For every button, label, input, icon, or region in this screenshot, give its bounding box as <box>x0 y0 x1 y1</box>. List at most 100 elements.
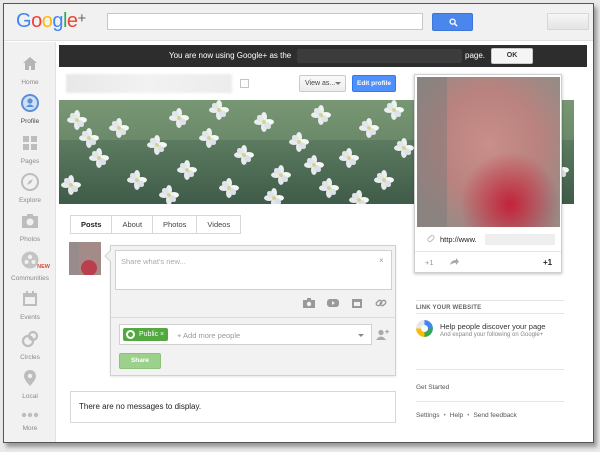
page-name-blurred <box>66 74 232 93</box>
nav-label-explore: Explore <box>18 197 42 204</box>
chevron-down-icon[interactable] <box>358 334 364 337</box>
left-nav: Home Profile Pages Explore Photos NEW Co… <box>4 42 56 442</box>
nav-label-communities: Communities <box>11 275 49 282</box>
chip-remove-icon[interactable]: × <box>160 331 164 338</box>
google-plus-logo[interactable]: Google+ <box>16 10 86 33</box>
link-icon <box>426 233 436 244</box>
local-icon <box>24 370 36 386</box>
help-discover-icon <box>416 320 433 337</box>
new-badge: NEW <box>37 264 50 270</box>
redacted-page-name <box>297 49 462 63</box>
website-url: http://www. <box>440 235 477 244</box>
photos-icon <box>22 214 38 228</box>
edit-profile-button[interactable]: Edit profile <box>352 75 396 92</box>
share-box-pointer <box>104 250 116 262</box>
share-input[interactable]: Share what's new... <box>115 250 392 290</box>
sidebar-divider <box>416 313 564 314</box>
add-video-icon[interactable] <box>327 298 339 308</box>
add-link-icon[interactable] <box>375 298 387 308</box>
website-link[interactable]: http://www. <box>419 231 559 248</box>
nav-item-circles[interactable]: Circles <box>4 329 56 361</box>
close-icon[interactable]: × <box>379 256 384 265</box>
more-icon <box>21 412 39 418</box>
sidebar-divider <box>416 300 564 301</box>
add-photo-icon[interactable] <box>303 298 315 308</box>
nav-label-events: Events <box>20 314 40 321</box>
search-input[interactable] <box>107 13 423 30</box>
avatar-image-blurred <box>69 242 101 275</box>
nav-label-pages: Pages <box>20 158 40 165</box>
view-as-dropdown[interactable]: View as... <box>299 75 346 92</box>
page-identity-notification: You are now using Google+ as the page. O… <box>59 45 587 67</box>
tab-videos[interactable]: Videos <box>197 216 240 233</box>
footer-separator: • <box>443 412 446 419</box>
nav-label-local: Local <box>22 393 38 400</box>
circles-icon <box>21 330 39 348</box>
chevron-down-icon <box>335 82 341 85</box>
sidebar-divider <box>416 401 564 402</box>
plus-one-button[interactable]: +1 <box>425 258 434 267</box>
nav-label-profile: Profile <box>20 118 40 125</box>
settings-link[interactable]: Settings <box>416 412 440 419</box>
get-started-link[interactable]: Get Started <box>416 384 449 391</box>
account-button[interactable] <box>547 13 589 30</box>
help-discover-title[interactable]: Help people discover your page <box>440 322 545 331</box>
footer-separator: • <box>467 412 470 419</box>
nav-label-photos: Photos <box>19 236 41 243</box>
browser-window: Google+ Home Profile Pages Explore Photo… <box>3 3 594 443</box>
profile-icon <box>21 94 39 112</box>
share-box: Share what's new... × Public × + Add mor… <box>104 245 396 376</box>
search-button[interactable] <box>432 13 473 31</box>
ok-button[interactable]: OK <box>491 48 533 64</box>
share-arrow-icon[interactable] <box>449 258 460 266</box>
audience-picker[interactable]: Public × + Add more people <box>119 324 372 345</box>
nav-item-events[interactable]: Events <box>4 289 56 321</box>
empty-stream-message: There are no messages to display. <box>70 391 396 423</box>
add-person-icon[interactable] <box>376 329 389 341</box>
send-feedback-link[interactable]: Send feedback <box>473 412 516 419</box>
tab-photos[interactable]: Photos <box>153 216 198 233</box>
top-bar: Google+ <box>4 4 593 41</box>
nav-item-profile[interactable]: Profile <box>4 93 56 125</box>
home-icon <box>23 57 37 70</box>
share-attachment-tools <box>303 298 387 308</box>
tab-posts[interactable]: Posts <box>71 216 113 233</box>
explore-icon <box>21 173 39 191</box>
events-icon <box>23 291 37 306</box>
nav-item-pages[interactable]: Pages <box>4 133 56 165</box>
help-link[interactable]: Help <box>450 412 463 419</box>
redacted-url <box>485 234 555 245</box>
notification-text: You are now using Google+ as the <box>169 51 292 60</box>
public-chip[interactable]: Public × <box>123 328 169 341</box>
pages-icon <box>23 136 37 150</box>
view-as-label: View as... <box>305 80 336 87</box>
nav-item-communities[interactable]: NEW Communities <box>4 250 56 282</box>
sidebar-divider <box>416 369 564 370</box>
footer-links: Settings • Help • Send feedback <box>416 412 517 419</box>
card-actions: +1 +1 <box>415 251 561 273</box>
nav-label-circles: Circles <box>20 354 40 361</box>
profile-photo[interactable] <box>417 77 560 227</box>
nav-item-more[interactable]: More <box>4 410 56 432</box>
nav-item-home[interactable]: Home <box>4 54 56 86</box>
avatar[interactable] <box>69 242 101 275</box>
share-button[interactable]: Share <box>119 353 161 369</box>
help-discover-subtitle: And expand your following on Google+ <box>440 332 544 338</box>
add-event-icon[interactable] <box>351 298 363 308</box>
profile-card: http://www. +1 +1 <box>414 74 562 273</box>
tab-about[interactable]: About <box>112 216 154 233</box>
verified-icon <box>240 79 249 88</box>
nav-label-more: More <box>22 425 38 432</box>
plus-one-count[interactable]: +1 <box>543 258 552 267</box>
nav-item-photos[interactable]: Photos <box>4 211 56 243</box>
add-people-input[interactable]: + Add more people <box>177 331 240 340</box>
profile-tabs: Posts About Photos Videos <box>70 215 242 234</box>
nav-label-home: Home <box>21 79 39 86</box>
globe-icon <box>126 330 135 339</box>
profile-photo-blurred <box>417 77 560 227</box>
nav-item-local[interactable]: Local <box>4 368 56 400</box>
nav-item-explore[interactable]: Explore <box>4 172 56 204</box>
notification-text-end: page. <box>465 51 486 60</box>
search-icon <box>449 18 458 27</box>
link-website-heading: LINK YOUR WEBSITE <box>416 305 482 311</box>
